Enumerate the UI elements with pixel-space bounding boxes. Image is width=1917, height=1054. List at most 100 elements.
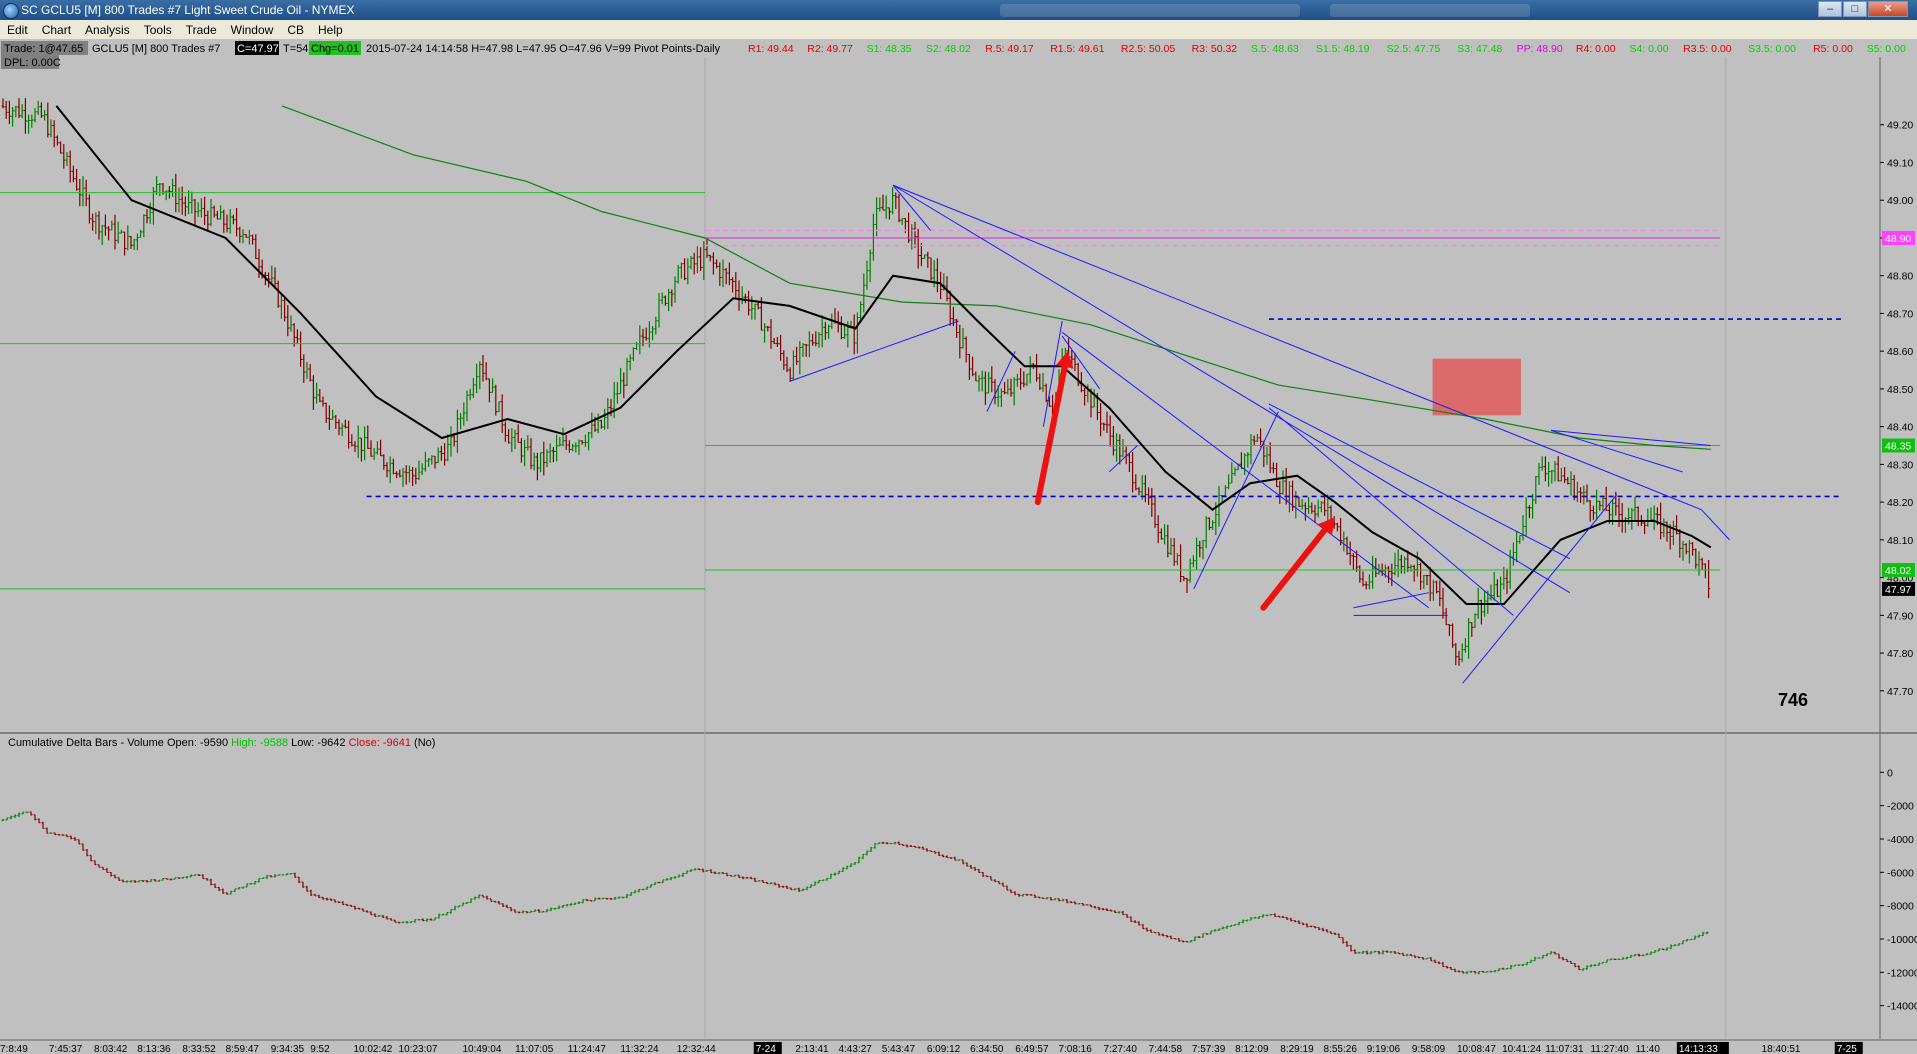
price-axis-label: 48.60 <box>1887 346 1913 358</box>
pivot-label: S1.5: 48.19 <box>1316 43 1370 55</box>
time-axis-label: 10:02:42 <box>353 1044 392 1054</box>
trade-info-text: Trade: 1@47.65 <box>4 43 83 55</box>
bar-counter: 746 <box>1778 690 1808 710</box>
background-taskbar-tab <box>1000 4 1300 17</box>
price-highlight-label: 48.02 <box>1885 565 1911 577</box>
time-axis-label: 11:40 <box>1636 1044 1661 1054</box>
menu-cb[interactable]: CB <box>280 23 311 37</box>
time-axis-label: 5:43:47 <box>882 1044 916 1054</box>
pivot-label: S1: 48.35 <box>867 43 912 55</box>
time-axis-label: 2:13:41 <box>795 1044 829 1054</box>
time-axis-label: 14:13:33 <box>1679 1044 1718 1054</box>
pivot-label: S5: 0.00 <box>1867 43 1906 55</box>
delta-axis-label: -4000 <box>1887 834 1914 846</box>
menu-edit[interactable]: Edit <box>0 23 35 37</box>
delta-axis-label: -6000 <box>1887 867 1914 879</box>
close-button[interactable]: ✕ <box>1868 1 1908 17</box>
delta-axis-label: -8000 <box>1887 901 1914 913</box>
title-bar: SC GCLU5 [M] 800 Trades #7 Light Sweet C… <box>0 0 1917 20</box>
delta-axis-label: 0 <box>1887 767 1893 779</box>
delta-panel-title: Cumulative Delta Bars - Volume Open: -95… <box>8 737 435 749</box>
price-axis-label: 49.10 <box>1887 157 1913 169</box>
time-axis-label: 11:27:40 <box>1590 1044 1629 1054</box>
price-highlight-label: 48.35 <box>1885 441 1911 453</box>
price-axis-label: 48.30 <box>1887 459 1913 471</box>
time-axis-label: 10:49:04 <box>462 1044 501 1054</box>
time-axis-label: 7:08:16 <box>1058 1044 1092 1054</box>
price-axis-label: 49.20 <box>1887 120 1913 132</box>
time-axis-label: 9:19:06 <box>1367 1044 1401 1054</box>
delta-axis-label: -14000 <box>1887 1001 1917 1013</box>
ohlc-text: 2015-07-24 14:14:58 H=47.98 L=47.95 O=47… <box>366 43 721 55</box>
pivot-label: R1: 49.44 <box>748 43 794 55</box>
time-axis-label: 7:45:37 <box>49 1044 83 1054</box>
chart-canvas[interactable]: 49.20 49.10 49.00 48.90 48.80 48.70 48.60 48.50… <box>0 39 1917 1054</box>
time-axis-label: 8:13:36 <box>137 1044 171 1054</box>
time-axis-label: 11:07:05 <box>515 1044 554 1054</box>
price-axis-label: 47.90 <box>1887 610 1913 622</box>
time-axis-label: 6:49:57 <box>1015 1044 1049 1054</box>
menu-bar: Edit Chart Analysis Tools Trade Window C… <box>0 20 1917 40</box>
price-axis-label: 48.40 <box>1887 422 1913 434</box>
pivot-label: R.5: 49.17 <box>985 43 1034 55</box>
trade-count-text: T=54 <box>283 43 308 55</box>
menu-window[interactable]: Window <box>224 23 281 37</box>
time-axis-label: 10:23:07 <box>399 1044 438 1054</box>
pivot-label: S4: 0.00 <box>1630 43 1669 55</box>
dpl-text: DPL: 0.00C <box>4 57 61 69</box>
time-axis-label: 7:44:58 <box>1149 1044 1183 1054</box>
pivot-label: R2: 49.77 <box>807 43 853 55</box>
menu-help[interactable]: Help <box>311 23 350 37</box>
time-axis-label: 8:12:09 <box>1235 1044 1269 1054</box>
chart-background <box>0 39 1917 1054</box>
pivot-label: R1.5: 49.61 <box>1050 43 1104 55</box>
delta-axis-label: -10000 <box>1887 934 1917 946</box>
pivot-label: R3.5: 0.00 <box>1683 43 1732 55</box>
pivot-label: S2.5: 47.75 <box>1387 43 1441 55</box>
delta-axis-label: -2000 <box>1887 801 1914 813</box>
time-axis-label: 8:33:52 <box>182 1044 216 1054</box>
time-axis-label: 8:03:42 <box>94 1044 128 1054</box>
app-logo-icon <box>3 3 19 19</box>
menu-trade[interactable]: Trade <box>179 23 224 37</box>
pivot-label: S3.5: 0.00 <box>1748 43 1796 55</box>
minimize-button[interactable]: – <box>1818 1 1842 17</box>
price-axis-label: 48.70 <box>1887 308 1913 320</box>
price-axis-label: 48.20 <box>1887 497 1913 509</box>
time-axis-label: 8:29:19 <box>1280 1044 1314 1054</box>
pivot-label: R5: 0.00 <box>1813 43 1853 55</box>
menu-tools[interactable]: Tools <box>137 23 179 37</box>
price-axis-label: 47.80 <box>1887 648 1913 660</box>
pivot-label: PP: 48.90 <box>1517 43 1563 55</box>
time-axis-label: 8:55:26 <box>1324 1044 1358 1054</box>
time-axis-label: 7:57:39 <box>1192 1044 1226 1054</box>
price-axis-label: 47.70 <box>1887 686 1913 698</box>
pivot-label: S3: 47.48 <box>1457 43 1502 55</box>
price-axis-label: 49.00 <box>1887 195 1913 207</box>
time-axis-label: 11:24:47 <box>568 1044 607 1054</box>
maximize-button[interactable]: □ <box>1843 1 1867 17</box>
time-axis-label: 4:43:27 <box>838 1044 872 1054</box>
time-axis-label: 6:09:12 <box>927 1044 961 1054</box>
menu-analysis[interactable]: Analysis <box>78 23 137 37</box>
price-highlight-label: 47.97 <box>1885 584 1911 596</box>
pivot-label: R4: 0.00 <box>1576 43 1616 55</box>
time-axis-label: 11:07:31 <box>1545 1044 1584 1054</box>
time-axis-label: 10:41:24 <box>1502 1044 1541 1054</box>
time-axis-label: 7:8:49 <box>0 1044 28 1054</box>
time-axis-label: 8:59:47 <box>226 1044 260 1054</box>
background-taskbar-tab <box>1330 4 1530 17</box>
time-axis-label: 10:08:47 <box>1457 1044 1496 1054</box>
price-highlight-label: 48.90 <box>1885 233 1911 245</box>
pivot-label: S2: 48.02 <box>926 43 971 55</box>
price-axis-label: 48.80 <box>1887 271 1913 283</box>
symbol-label: GCLU5 [M] 800 Trades #7 <box>92 43 220 55</box>
time-axis-label: 9:52 <box>310 1044 330 1054</box>
price-axis-label: 48.50 <box>1887 384 1913 396</box>
time-axis-label: 9:58:09 <box>1412 1044 1446 1054</box>
menu-chart[interactable]: Chart <box>35 23 78 37</box>
time-axis-label: 7-24 <box>756 1044 776 1054</box>
time-axis-label: 9:34:35 <box>271 1044 305 1054</box>
close-price-text: C=47.97 <box>237 43 279 55</box>
time-axis-label: 12:32:44 <box>677 1044 716 1054</box>
